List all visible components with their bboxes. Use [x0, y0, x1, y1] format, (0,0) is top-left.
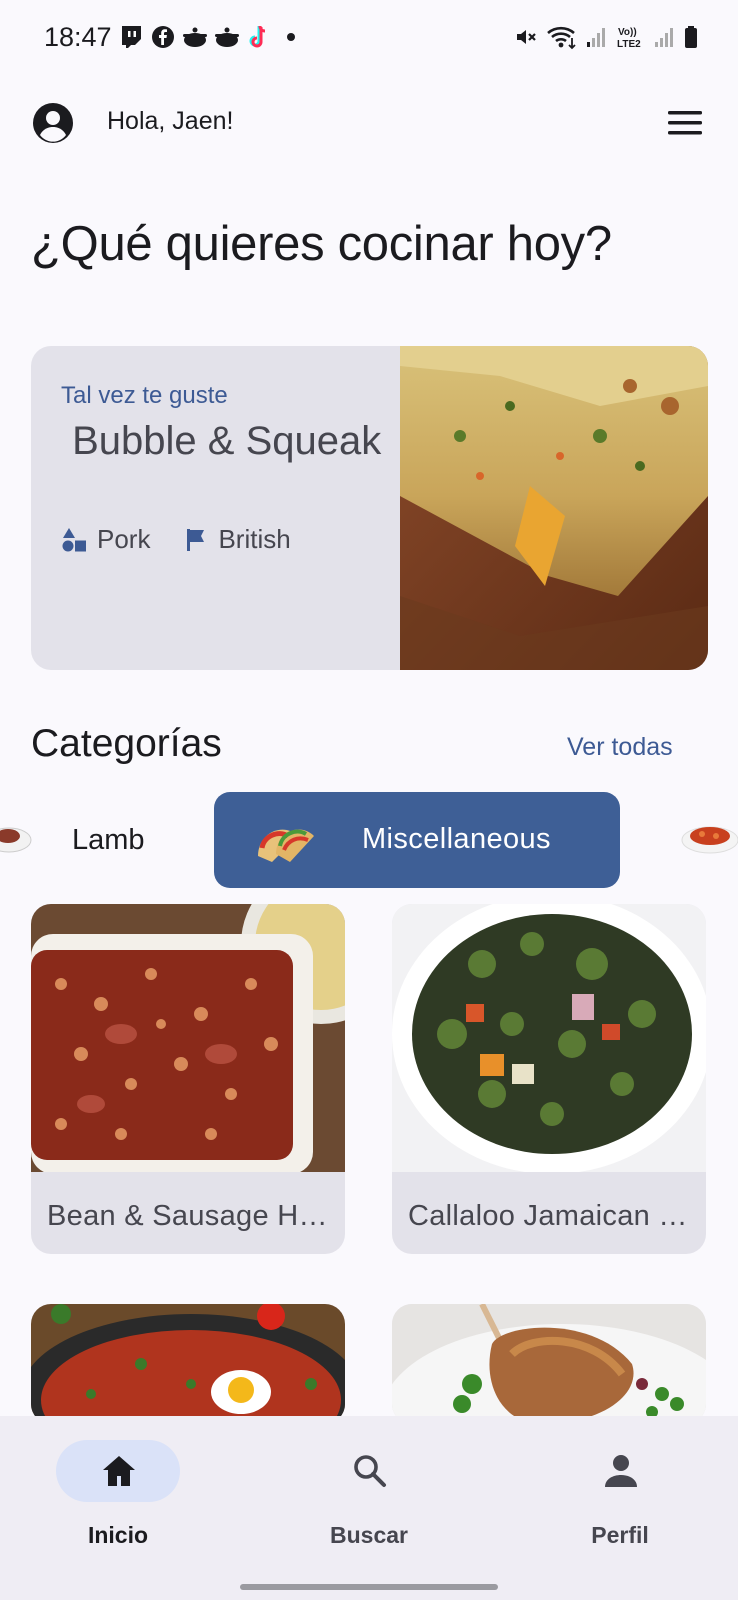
- status-bar: 18:47 Vo)) LTE2: [0, 0, 738, 80]
- cooking-pot-icon: [182, 24, 208, 50]
- featured-category: Pork: [61, 524, 150, 555]
- pasta-dish-icon: [680, 816, 738, 856]
- featured-area-label: British: [218, 524, 291, 554]
- battery-icon: [684, 24, 698, 50]
- category-chip-label: Miscellaneous: [362, 823, 551, 855]
- nav-item-home[interactable]: Inicio: [34, 1440, 194, 1550]
- tiktok-icon: [246, 24, 272, 50]
- page-headline: ¿Qué quieres cocinar hoy?: [31, 217, 612, 271]
- featured-meta: Pork British: [61, 524, 325, 555]
- search-icon: [354, 1455, 386, 1487]
- featured-category-label: Pork: [97, 524, 151, 554]
- signal-icon: [654, 24, 676, 50]
- menu-icon[interactable]: [666, 108, 704, 138]
- svg-text:Vo)): Vo)): [618, 27, 637, 38]
- category-chip-miscellaneous[interactable]: Miscellaneous: [214, 792, 620, 888]
- featured-recipe-card[interactable]: Tal vez te guste Bubble & Squeak Pork Br…: [31, 346, 708, 670]
- nav-item-profile[interactable]: Perfil: [536, 1440, 696, 1550]
- top-app-bar: Hola, Jaen!: [0, 96, 738, 152]
- recipe-name: Callaloo Jamaican Style: [408, 1200, 698, 1232]
- recipe-image: [31, 904, 345, 1174]
- home-icon: [103, 1456, 135, 1486]
- nav-label: Perfil: [591, 1522, 649, 1548]
- gesture-handle[interactable]: [240, 1584, 498, 1590]
- volte-icon: Vo)) LTE2: [616, 24, 646, 50]
- status-time: 18:47: [44, 22, 112, 52]
- cooking-pot-icon: [214, 24, 240, 50]
- app-root: 18:47 Vo)) LTE2 Hola, Jaen! ¿Qué quieres…: [0, 0, 738, 1600]
- recipe-image: [31, 1304, 345, 1424]
- see-all-link[interactable]: Ver todas: [567, 733, 673, 762]
- recipe-card[interactable]: [392, 1304, 706, 1424]
- twitch-icon: [118, 24, 144, 50]
- categories-title: Categorías: [31, 722, 222, 765]
- nav-label: Buscar: [330, 1522, 408, 1548]
- recipe-card[interactable]: [31, 1304, 345, 1424]
- system-icons: Vo)) LTE2: [514, 24, 698, 50]
- mute-icon: [514, 24, 538, 50]
- lamb-dish-icon: [0, 810, 32, 856]
- account-avatar-icon[interactable]: [32, 102, 74, 144]
- wifi-icon: [546, 24, 578, 50]
- greeting-text: Hola, Jaen!: [107, 107, 234, 135]
- recipe-name: Bean & Sausage Hotpot: [47, 1200, 337, 1232]
- nav-active-indicator: [56, 1440, 180, 1502]
- nav-label: Inicio: [87, 1522, 149, 1548]
- category-chip-lamb[interactable]: Lamb: [72, 824, 145, 857]
- notification-icons: [118, 24, 304, 50]
- person-icon: [605, 1455, 637, 1487]
- bottom-navigation: Inicio Buscar Perfil: [0, 1416, 738, 1600]
- taco-icon: [254, 816, 318, 864]
- svg-text:LTE2: LTE2: [617, 39, 641, 50]
- recipe-card[interactable]: Callaloo Jamaican Style: [392, 904, 706, 1254]
- category-shapes-icon: [62, 527, 86, 551]
- recipe-image: [392, 1304, 706, 1424]
- featured-text: Tal vez te guste Bubble & Squeak: [61, 382, 391, 466]
- recipe-card[interactable]: Bean & Sausage Hotpot: [31, 904, 345, 1254]
- signal-icon: [586, 24, 608, 50]
- recipe-image: [392, 904, 706, 1174]
- nav-icon-container: [307, 1440, 431, 1502]
- featured-recipe-image: [400, 346, 708, 670]
- featured-kicker: Tal vez te guste: [61, 382, 228, 409]
- nav-item-search[interactable]: Buscar: [285, 1440, 445, 1550]
- facebook-icon: [150, 24, 176, 50]
- dot-icon: [278, 24, 304, 50]
- category-chips: Lamb Miscellaneous: [0, 792, 738, 890]
- featured-title: Bubble & Squeak: [61, 419, 382, 463]
- flag-icon: [187, 528, 205, 551]
- featured-area: British: [184, 524, 291, 555]
- nav-icon-container: [558, 1440, 682, 1502]
